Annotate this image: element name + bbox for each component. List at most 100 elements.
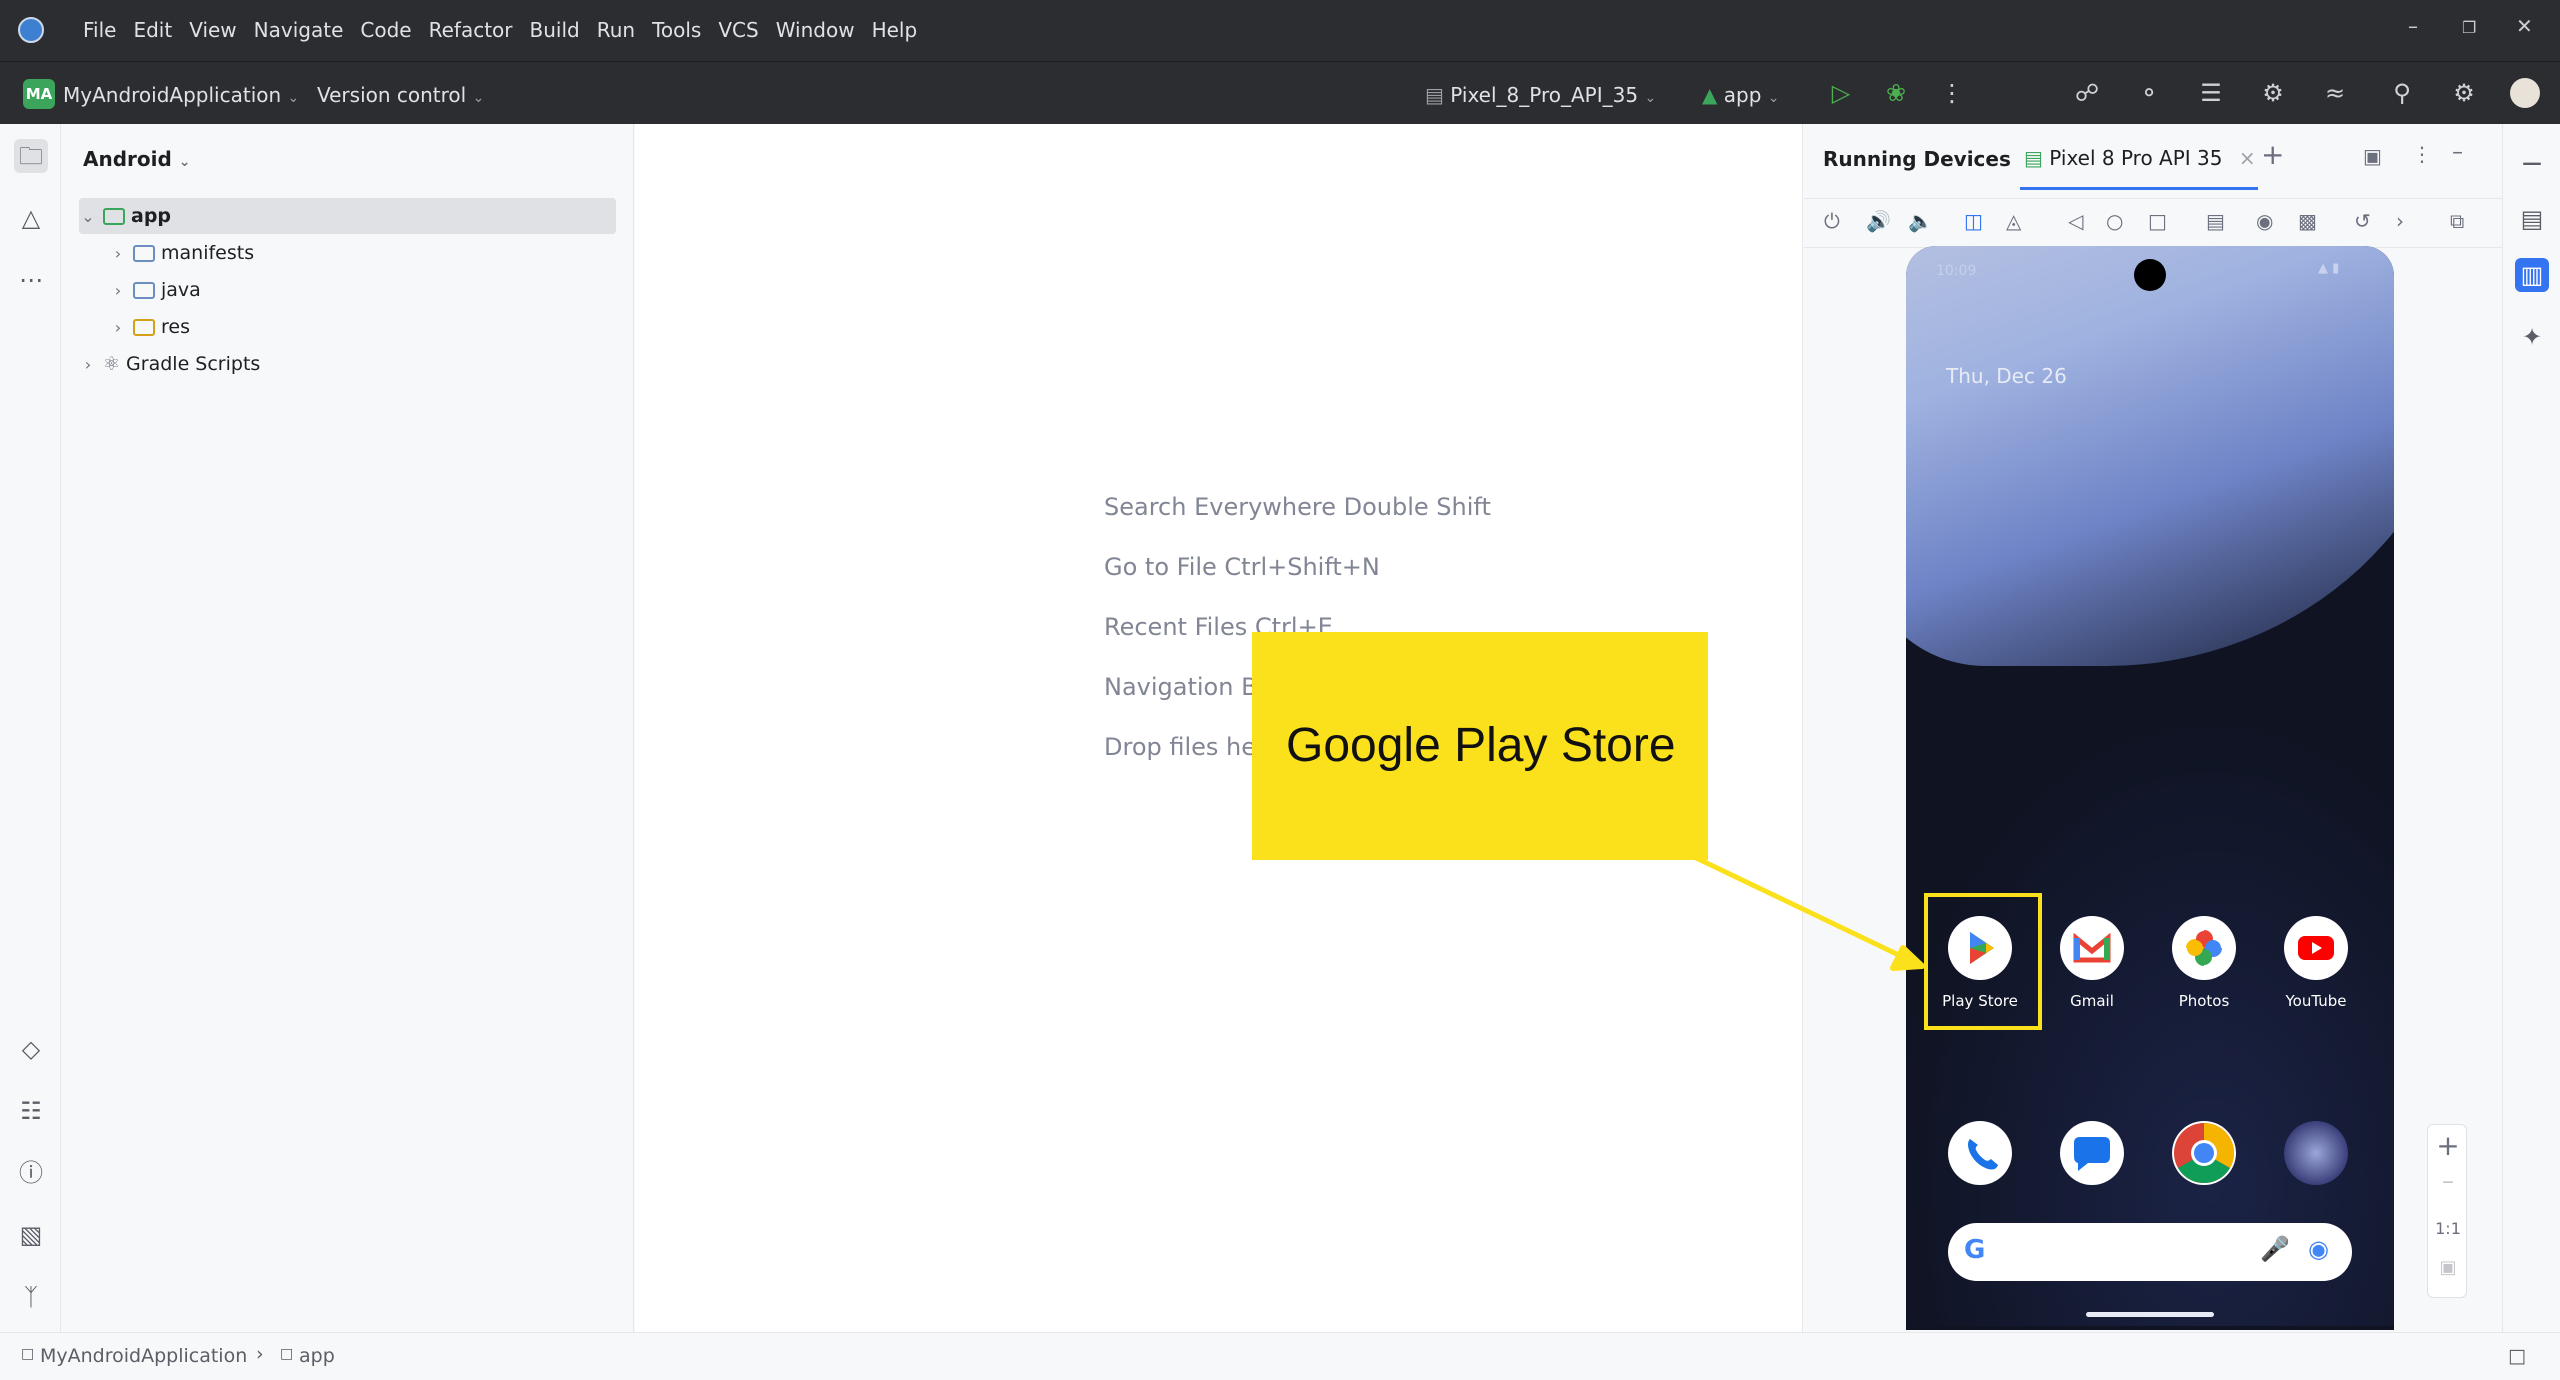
more-actions-icon[interactable]: ⋮	[1937, 78, 1967, 108]
gesture-bar[interactable]	[2086, 1312, 2214, 1317]
app-gmail[interactable]: Gmail	[2042, 916, 2142, 1010]
zoom-actual-size[interactable]: 1:1	[2428, 1219, 2468, 1238]
tree-item-gradle-scripts[interactable]: › ⚛ Gradle Scripts	[79, 346, 616, 382]
bug-icon[interactable]: ⚙	[2258, 78, 2288, 108]
project-folder-icon[interactable]: 🗀	[14, 139, 48, 173]
android-icon: ▲	[1702, 83, 1718, 107]
gem-icon[interactable]: ◇	[14, 1032, 48, 1066]
menu-help[interactable]: Help	[872, 18, 918, 42]
menu-file[interactable]: File	[83, 18, 116, 42]
volume-up-icon[interactable]: 🔊	[1866, 209, 1891, 233]
phone-dialer-icon	[1948, 1121, 2012, 1185]
google-search-bar[interactable]: G 🎤 ◉	[1948, 1223, 2352, 1281]
options-icon[interactable]: ⋮	[2412, 142, 2432, 166]
chevron-right-icon[interactable]: ›	[109, 318, 127, 337]
zoom-out-icon[interactable]: –	[2428, 1167, 2468, 1195]
zoom-controls: + – 1:1 ▣	[2427, 1124, 2467, 1298]
right-tool-stripe: ⚊ ▤ ▥ ✦	[2502, 124, 2560, 1332]
lens-camera-icon[interactable]: ◉	[2308, 1235, 2329, 1263]
app-messages[interactable]	[2042, 1121, 2142, 1185]
running-devices-icon[interactable]: ▥	[2515, 258, 2549, 292]
tree-item-res[interactable]: › res	[109, 309, 616, 345]
breadcrumb-app[interactable]: app	[299, 1345, 335, 1367]
app-game[interactable]	[2266, 1121, 2366, 1185]
gemini-sparkle-icon[interactable]: ✦	[2515, 320, 2549, 354]
snapshot-icon[interactable]: ↺	[2354, 209, 2371, 233]
fold-icon[interactable]: ▤	[2206, 209, 2225, 233]
menu-code[interactable]: Code	[360, 18, 411, 42]
zoom-in-icon[interactable]: +	[2428, 1129, 2468, 1162]
restore-icon[interactable]: ❐	[2462, 18, 2476, 37]
menu-navigate[interactable]: Navigate	[254, 18, 344, 42]
device-tab[interactable]: ▤ Pixel 8 Pro API 35 ×	[2024, 146, 2256, 170]
more-tools-icon[interactable]: ⋯	[14, 263, 48, 297]
chevron-right-icon[interactable]: ›	[2396, 209, 2404, 233]
module-icon: □	[21, 1346, 35, 1362]
add-device-icon[interactable]: +	[2261, 138, 2284, 171]
avatar[interactable]	[2510, 78, 2540, 108]
vcs-selector[interactable]: Version control ⌄	[317, 83, 484, 107]
chevron-right-icon[interactable]: ›	[109, 244, 127, 263]
project-selector[interactable]: MyAndroidApplication ⌄	[63, 83, 299, 107]
tree-item-manifests[interactable]: › manifests	[109, 235, 616, 271]
microphone-icon[interactable]: 🎤	[2260, 1235, 2290, 1263]
logcat-icon[interactable]: ☷	[14, 1094, 48, 1128]
terminal-icon[interactable]: ▧	[14, 1218, 48, 1252]
app-youtube[interactable]: YouTube	[2266, 916, 2366, 1010]
tree-item-app[interactable]: ⌄ app	[79, 198, 616, 234]
menu-vcs[interactable]: VCS	[718, 18, 758, 42]
menu-run[interactable]: Run	[597, 18, 635, 42]
status-window-icon[interactable]: □	[2508, 1345, 2526, 1367]
chevron-down-icon[interactable]: ⌄	[79, 207, 97, 226]
tree-item-java[interactable]: › java	[109, 272, 616, 308]
emulator-screen[interactable]: 10:09 ▲ ▮ Thu, Dec 26 Play Store Gmail P…	[1906, 246, 2394, 1330]
app-chrome[interactable]	[2154, 1121, 2254, 1185]
menu-build[interactable]: Build	[530, 18, 580, 42]
structure-icon[interactable]: ☰	[2196, 78, 2226, 108]
back-icon[interactable]: ◁	[2068, 209, 2083, 233]
resource-manager-icon[interactable]: △	[14, 201, 48, 235]
rotate-right-icon[interactable]: ◬	[2006, 209, 2021, 233]
breadcrumb-project[interactable]: MyAndroidApplication	[40, 1345, 247, 1367]
debug-icon[interactable]: ❀	[1881, 78, 1911, 108]
notifications-bell-icon[interactable]: ⚊	[2515, 140, 2549, 174]
menu-window[interactable]: Window	[776, 18, 855, 42]
screen-record-icon[interactable]: ▩	[2298, 209, 2317, 233]
zoom-fit-icon[interactable]: ▣	[2428, 1257, 2468, 1278]
menu-tools[interactable]: Tools	[652, 18, 701, 42]
app-photos[interactable]: Photos	[2154, 916, 2254, 1010]
screenshot-icon[interactable]: ◉	[2256, 209, 2273, 233]
chevron-right-icon[interactable]: ›	[109, 281, 127, 300]
settings-gear-icon[interactable]: ⚙	[2449, 78, 2479, 108]
rotate-left-icon[interactable]: ◫	[1964, 209, 1983, 233]
mirror-settings-icon[interactable]: ⧉	[2450, 209, 2464, 233]
run-config-selector[interactable]: ▲ app ⌄	[1702, 83, 1780, 107]
minimize-icon[interactable]: –	[2408, 14, 2418, 38]
close-tab-icon[interactable]: ×	[2239, 146, 2256, 170]
device-manager-icon[interactable]: ☍	[2072, 78, 2102, 108]
android-studio-logo-icon[interactable]	[18, 17, 44, 43]
hide-panel-icon[interactable]: –	[2452, 140, 2463, 165]
git-branch-icon[interactable]: ᛉ	[14, 1280, 48, 1314]
project-view-selector[interactable]: Android ⌄	[83, 147, 191, 171]
menu-refactor[interactable]: Refactor	[429, 18, 513, 42]
menu-edit[interactable]: Edit	[133, 18, 172, 42]
app-phone[interactable]	[1930, 1121, 2030, 1185]
breadcrumb-separator-icon: ›	[256, 1343, 264, 1365]
chevron-right-icon[interactable]: ›	[79, 355, 97, 374]
run-icon[interactable]: ▷	[1826, 78, 1856, 108]
home-icon[interactable]: ○	[2106, 209, 2123, 233]
close-icon[interactable]: ✕	[2516, 14, 2533, 38]
device-explorer-icon[interactable]: ▤	[2515, 202, 2549, 236]
problems-icon[interactable]: ⓘ	[14, 1156, 48, 1190]
layout-icon[interactable]: ▣	[2363, 144, 2382, 168]
power-icon[interactable]: ⏻	[1824, 209, 1840, 233]
translate-icon[interactable]: ⚬	[2134, 78, 2164, 108]
tree-label-manifests: manifests	[161, 242, 255, 264]
menu-view[interactable]: View	[189, 18, 236, 42]
device-selector[interactable]: ▤ Pixel_8_Pro_API_35 ⌄	[1425, 83, 1656, 107]
profiler-icon[interactable]: ≈	[2320, 78, 2350, 108]
overview-icon[interactable]: □	[2148, 209, 2167, 233]
volume-down-icon[interactable]: 🔈	[1908, 209, 1933, 233]
search-icon[interactable]: ⚲	[2387, 78, 2417, 108]
